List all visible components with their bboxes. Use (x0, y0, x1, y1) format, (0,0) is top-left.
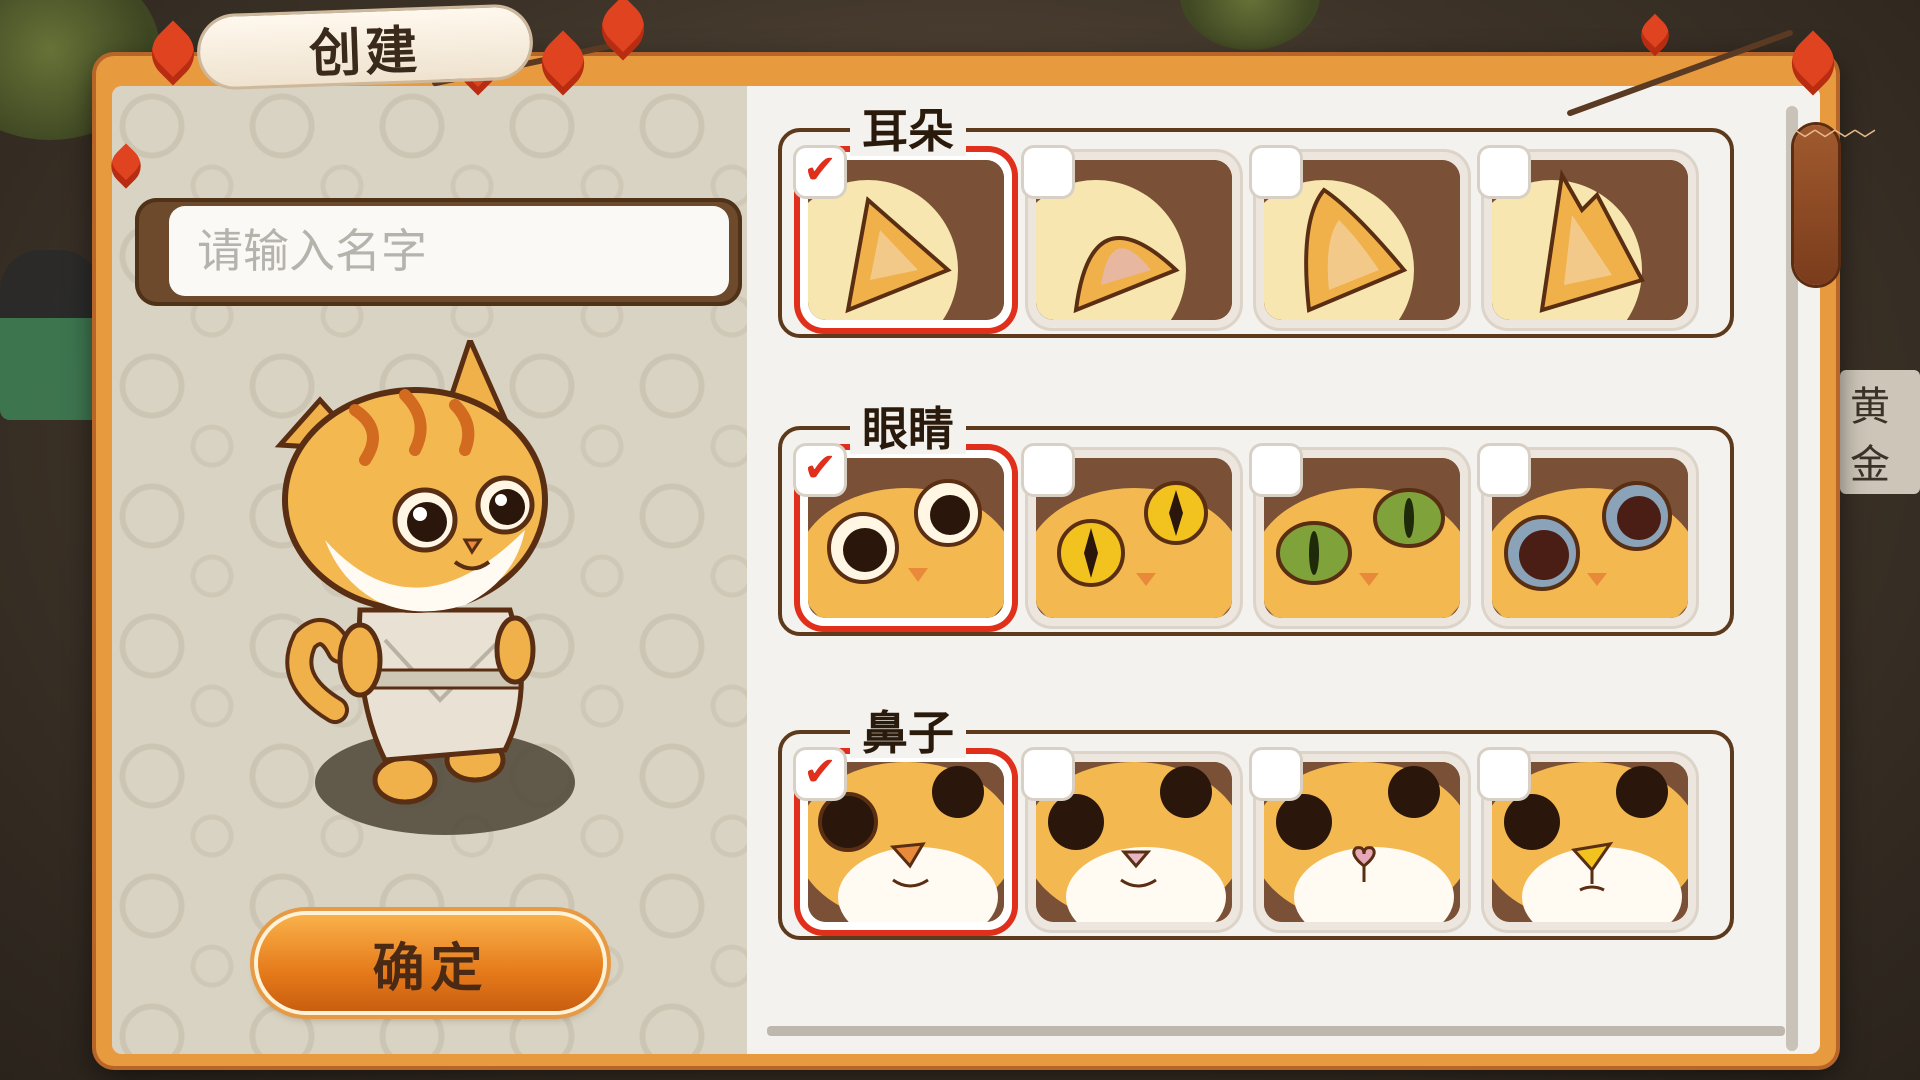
scroll-handle-glyph: ﹀﹀﹀﹀ (1794, 129, 1876, 154)
nose-option-2[interactable] (1024, 750, 1240, 930)
dialog-title: 创建 (198, 6, 532, 88)
eyes-options: ✔ (796, 446, 1712, 626)
check-icon[interactable] (1480, 750, 1528, 798)
ear-option-1[interactable]: ✔ (796, 148, 1012, 328)
check-icon[interactable] (1024, 446, 1072, 494)
cat-character-image (274, 340, 548, 805)
nose-section: 鼻子 ✔ (778, 708, 1734, 940)
confirm-button-label: 确定 (372, 937, 489, 999)
scroll-handle-icon[interactable]: ﹀﹀﹀﹀ (1794, 125, 1876, 285)
nose-option-1[interactable]: ✔ (796, 750, 1012, 930)
character-preview (265, 340, 585, 840)
confirm-button[interactable]: 确定 (258, 915, 603, 1011)
ears-section-title: 耳朵 (850, 106, 966, 156)
check-icon[interactable]: ✔ (796, 446, 844, 494)
nose-section-title: 鼻子 (850, 708, 966, 758)
maple-leaf-icon (1633, 13, 1677, 57)
check-mark: ✔ (803, 749, 837, 795)
check-icon[interactable] (1024, 148, 1072, 196)
name-field-container (135, 198, 742, 306)
check-icon[interactable]: ✔ (796, 750, 844, 798)
check-icon[interactable]: ✔ (796, 148, 844, 196)
background-sign: 黄金 (1840, 370, 1920, 494)
name-input[interactable] (169, 206, 729, 296)
check-icon[interactable] (1480, 148, 1528, 196)
check-mark: ✔ (803, 147, 837, 193)
eyes-section-title: 眼睛 (850, 404, 966, 454)
ears-options: ✔ (796, 148, 1712, 328)
background-character (0, 250, 100, 420)
ear-option-3[interactable] (1252, 148, 1468, 328)
eye-option-3[interactable] (1252, 446, 1468, 626)
ear-option-2[interactable] (1024, 148, 1240, 328)
nose-option-4[interactable] (1480, 750, 1696, 930)
check-icon[interactable] (1252, 750, 1300, 798)
ear-option-4[interactable] (1480, 148, 1696, 328)
check-mark: ✔ (803, 445, 837, 491)
check-icon[interactable] (1252, 148, 1300, 196)
nose-options: ✔ (796, 750, 1712, 930)
eyes-section: 眼睛 ✔ (778, 404, 1734, 636)
eye-option-1[interactable]: ✔ (796, 446, 1012, 626)
check-icon[interactable] (1024, 750, 1072, 798)
options-bottom-edge (767, 1026, 1785, 1036)
nose-option-3[interactable] (1252, 750, 1468, 930)
check-icon[interactable] (1480, 446, 1528, 494)
ears-section: 耳朵 ✔ (778, 106, 1734, 338)
maple-leaf-icon (590, 0, 656, 61)
eye-option-4[interactable] (1480, 446, 1696, 626)
eye-option-2[interactable] (1024, 446, 1240, 626)
check-icon[interactable] (1252, 446, 1300, 494)
background-tree-top (1180, 0, 1320, 50)
